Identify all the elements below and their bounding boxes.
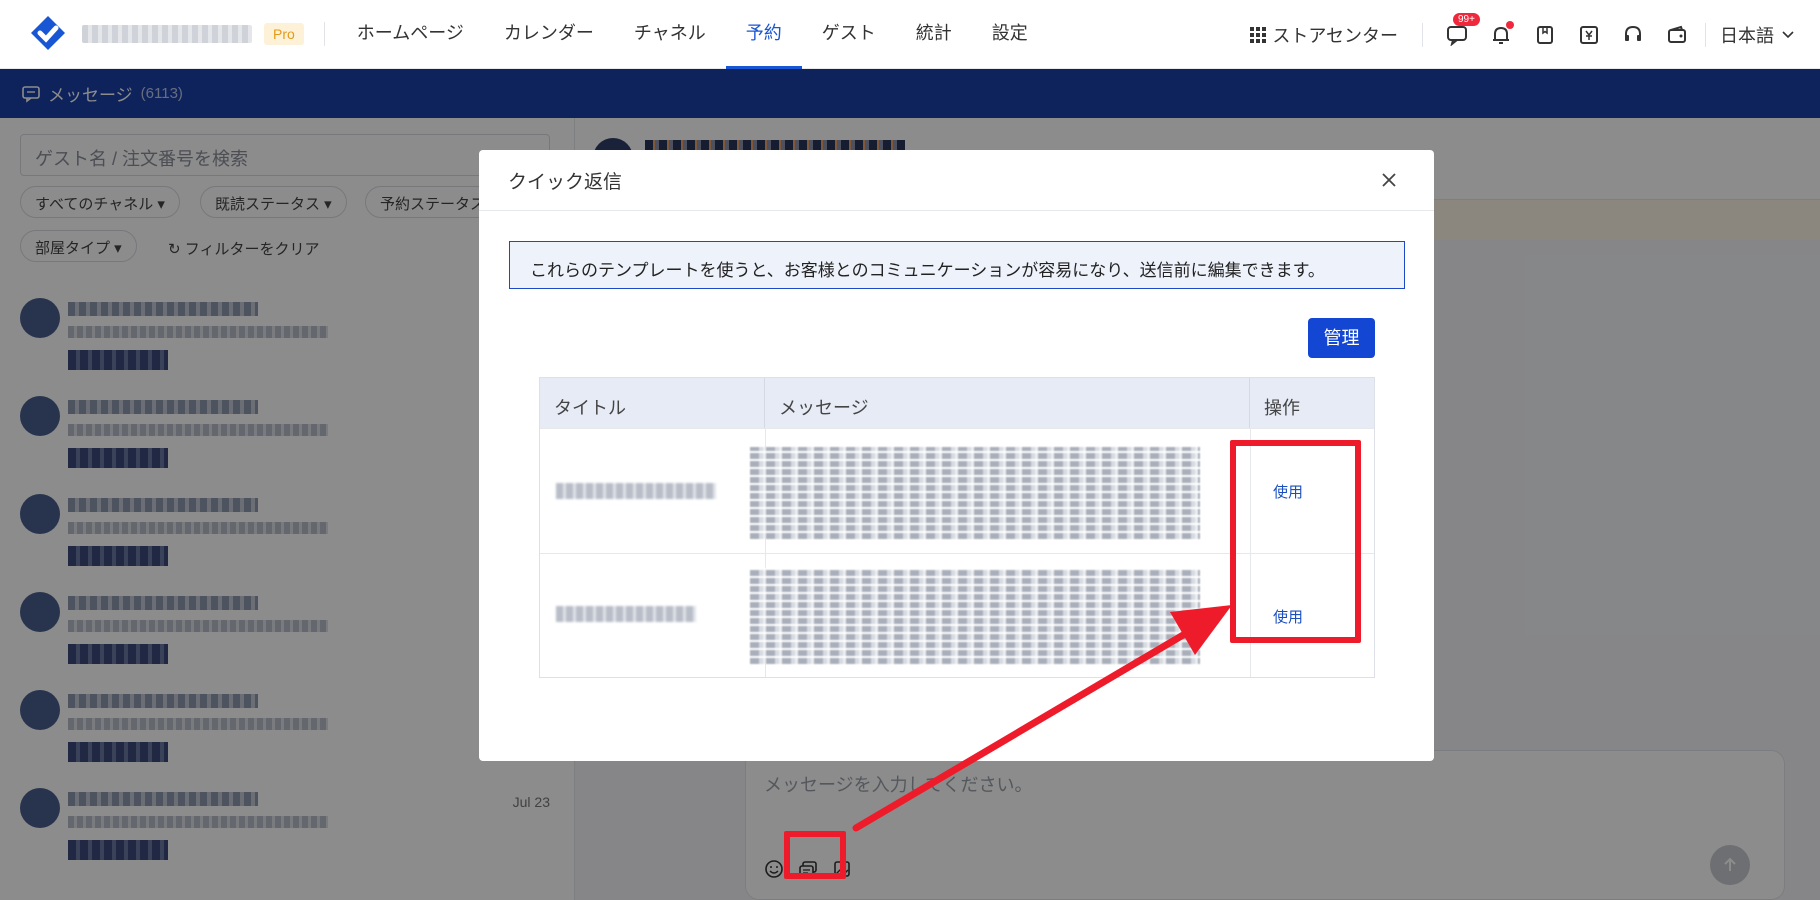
nav-guests[interactable]: ゲスト	[802, 0, 896, 69]
highlight-quick-reply-icon	[784, 831, 846, 879]
column-header-message: メッセージ	[765, 378, 1250, 428]
language-selector[interactable]: 日本語	[1720, 22, 1794, 48]
info-banner: これらのテンプレートを使うと、お客様とのコミュニケーションが容易になり、送信前に…	[509, 241, 1405, 289]
highlight-use-buttons	[1230, 440, 1361, 643]
billing-icon[interactable]	[1577, 23, 1601, 47]
main-nav: ホームページ カレンダー チャネル 予約 ゲスト 統計 設定	[337, 0, 1048, 69]
dialog-header: クイック返信	[479, 150, 1434, 211]
language-label: 日本語	[1720, 25, 1774, 46]
dialog-title: クイック返信	[508, 171, 623, 193]
close-icon[interactable]	[1378, 169, 1400, 191]
headset-icon[interactable]	[1621, 23, 1645, 47]
nav-reservations[interactable]: 予約	[725, 0, 802, 69]
book-icon[interactable]	[1533, 23, 1557, 47]
manage-button[interactable]: 管理	[1308, 318, 1375, 358]
grid-icon	[1250, 26, 1267, 43]
pro-badge: Pro	[264, 23, 304, 45]
chat-icon[interactable]: 99+	[1445, 12, 1480, 47]
template-message-blurred	[750, 447, 1200, 539]
store-center-label: ストアセンター	[1272, 25, 1398, 46]
nav-calendar[interactable]: カレンダー	[484, 0, 614, 69]
divider	[1705, 22, 1706, 47]
bell-icon[interactable]	[1489, 20, 1514, 47]
account-name-blurred[interactable]	[82, 25, 252, 43]
wallet-icon[interactable]	[1665, 23, 1689, 47]
notification-dot	[1506, 20, 1514, 29]
top-navigation-bar: Pro ホームページ カレンダー チャネル 予約 ゲスト 統計 設定 ストアセン…	[0, 0, 1820, 69]
chevron-down-icon	[1782, 30, 1794, 38]
column-header-action: 操作	[1250, 378, 1374, 428]
nav-settings[interactable]: 設定	[972, 0, 1048, 69]
template-title-blurred	[556, 606, 696, 622]
app-logo[interactable]	[28, 14, 68, 54]
divider	[323, 22, 325, 46]
template-message-blurred	[750, 568, 1200, 664]
nav-home[interactable]: ホームページ	[337, 0, 484, 69]
nav-statistics[interactable]: 統計	[896, 0, 972, 69]
header-tools: ストアセンター 99+ 日本語	[1250, 0, 1820, 69]
column-header-title: タイトル	[540, 378, 765, 428]
message-count-badge: 99+	[1453, 12, 1480, 26]
template-title-blurred	[556, 483, 716, 499]
nav-channel[interactable]: チャネル	[614, 0, 726, 69]
divider	[1422, 22, 1423, 47]
store-center-link[interactable]: ストアセンター	[1250, 22, 1398, 48]
